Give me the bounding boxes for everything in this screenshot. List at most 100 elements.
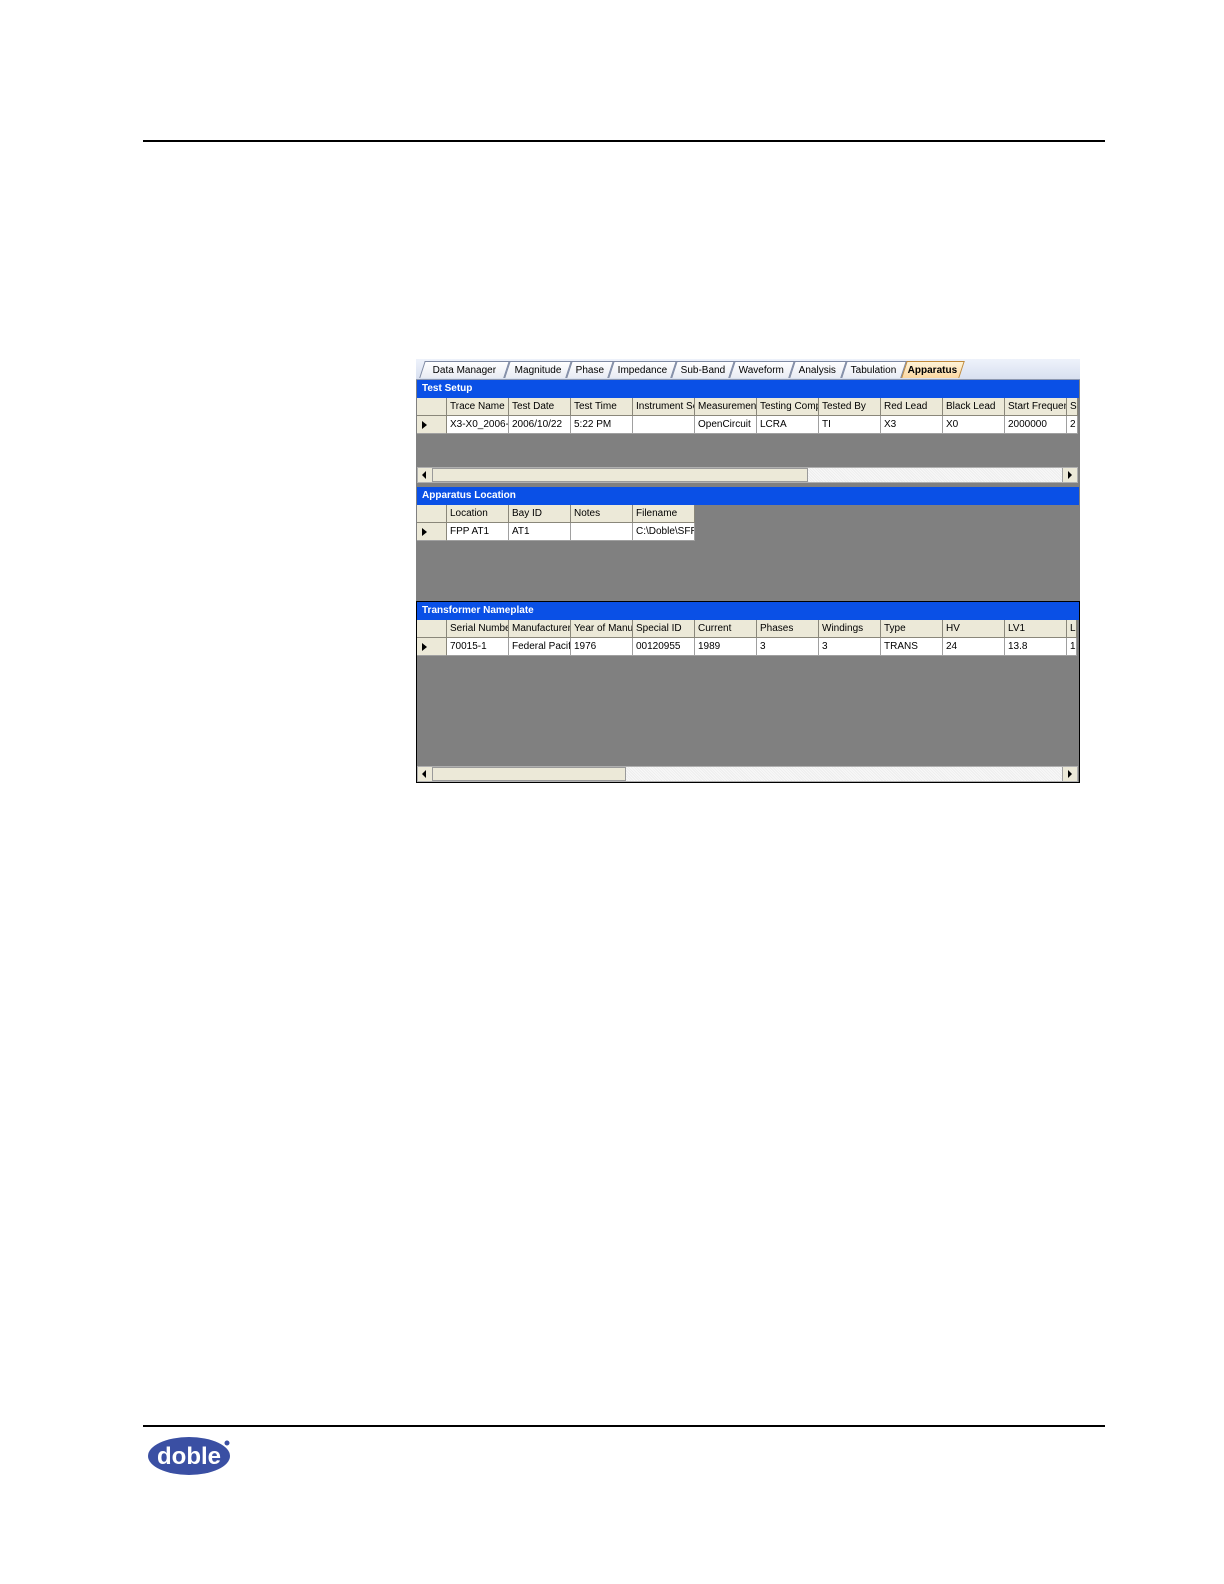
column-header[interactable]: Testing Comp: [757, 398, 819, 416]
tab-magnitude[interactable]: Magnitude: [504, 361, 572, 378]
table-cell[interactable]: 1: [1067, 638, 1077, 656]
tab-strip: Data Manager Magnitude Phase Impedance S…: [416, 359, 1080, 380]
column-header[interactable]: L: [1067, 620, 1077, 638]
current-row-indicator[interactable]: [417, 638, 447, 656]
table-cell[interactable]: C:\Doble\SFR: [633, 523, 695, 541]
scroll-left-button[interactable]: [418, 468, 433, 482]
column-header[interactable]: Start Frequen: [1005, 398, 1067, 416]
row-selector-header: [417, 398, 447, 416]
column-header[interactable]: Year of Manuf: [571, 620, 633, 638]
tab-sub-band[interactable]: Sub-Band: [671, 361, 735, 378]
transformer-nameplate-section: Transformer Nameplate Serial Numbe Manuf…: [416, 601, 1080, 783]
horizontal-scrollbar[interactable]: [417, 467, 1078, 483]
column-header[interactable]: Current: [695, 620, 757, 638]
scroll-left-button[interactable]: [418, 767, 433, 781]
table-cell[interactable]: TRANS: [881, 638, 943, 656]
table-cell[interactable]: Federal Pacifi: [509, 638, 571, 656]
doble-logo: doble: [148, 1437, 230, 1475]
header-row: Trace Name Test Date Test Time Instrumen…: [417, 398, 1078, 416]
table-cell[interactable]: 2: [1067, 416, 1078, 434]
table-cell[interactable]: 1976: [571, 638, 633, 656]
column-header[interactable]: Filename: [633, 505, 695, 523]
column-header[interactable]: Manufacturer: [509, 620, 571, 638]
tab-phase[interactable]: Phase: [566, 361, 614, 378]
table-cell[interactable]: LCRA: [757, 416, 819, 434]
column-header[interactable]: Bay ID: [509, 505, 571, 523]
arrow-left-icon: [422, 471, 426, 479]
table-cell[interactable]: 3: [819, 638, 881, 656]
column-header[interactable]: Type: [881, 620, 943, 638]
row-selector-header: [417, 620, 447, 638]
scroll-thumb[interactable]: [432, 767, 626, 781]
column-header[interactable]: Location: [447, 505, 509, 523]
table-cell[interactable]: 3: [757, 638, 819, 656]
row-pointer-icon: [422, 421, 427, 429]
column-header[interactable]: Special ID: [633, 620, 695, 638]
column-header[interactable]: Windings: [819, 620, 881, 638]
column-header[interactable]: Trace Name: [447, 398, 509, 416]
header-row: Location Bay ID Notes Filename: [417, 505, 695, 523]
table-row[interactable]: FPP AT1 AT1 C:\Doble\SFR: [417, 523, 695, 541]
column-header[interactable]: Instrument Se: [633, 398, 695, 416]
table-cell[interactable]: X3: [881, 416, 943, 434]
horizontal-scrollbar[interactable]: [417, 766, 1078, 782]
table-cell[interactable]: [571, 523, 633, 541]
arrow-left-icon: [422, 770, 426, 778]
table-cell[interactable]: AT1: [509, 523, 571, 541]
apparatus-location-section: Apparatus Location Location Bay ID Notes…: [416, 487, 1080, 599]
table-cell[interactable]: TI: [819, 416, 881, 434]
table-cell[interactable]: 2000000: [1005, 416, 1067, 434]
column-header[interactable]: Test Time: [571, 398, 633, 416]
table-cell[interactable]: OpenCircuit: [695, 416, 757, 434]
header-row: Serial Numbe Manufacturer Year of Manuf …: [417, 620, 1077, 638]
column-header[interactable]: Tested By: [819, 398, 881, 416]
tab-apparatus[interactable]: Apparatus: [901, 361, 965, 378]
arrow-right-icon: [1068, 770, 1072, 778]
table-cell[interactable]: 2006/10/22: [509, 416, 571, 434]
header-rule: [143, 140, 1105, 142]
column-header[interactable]: S: [1067, 398, 1078, 416]
table-cell[interactable]: 70015-1: [447, 638, 509, 656]
tab-impedance[interactable]: Impedance: [608, 361, 677, 378]
table-cell[interactable]: 00120955: [633, 638, 695, 656]
tab-tabulation[interactable]: Tabulation: [841, 361, 907, 378]
column-header[interactable]: Notes: [571, 505, 633, 523]
current-row-indicator[interactable]: [417, 416, 447, 434]
apparatus-window: Data Manager Magnitude Phase Impedance S…: [416, 359, 1080, 783]
column-header[interactable]: Serial Numbe: [447, 620, 509, 638]
table-row[interactable]: X3-X0_2006- 2006/10/22 5:22 PM OpenCircu…: [417, 416, 1078, 434]
column-header[interactable]: Measurement: [695, 398, 757, 416]
scroll-right-button[interactable]: [1062, 468, 1077, 482]
logo-text: doble: [157, 1443, 221, 1470]
section-title: Apparatus Location: [417, 487, 1079, 505]
column-header[interactable]: Black Lead: [943, 398, 1005, 416]
table-row[interactable]: 70015-1 Federal Pacifi 1976 00120955 198…: [417, 638, 1077, 656]
section-title: Transformer Nameplate: [417, 602, 1079, 620]
test-setup-section: Test Setup Trace Name Test Date Test Tim…: [416, 380, 1080, 486]
table-cell[interactable]: FPP AT1: [447, 523, 509, 541]
column-header[interactable]: Phases: [757, 620, 819, 638]
table-cell[interactable]: 1989: [695, 638, 757, 656]
table-cell[interactable]: X0: [943, 416, 1005, 434]
table-cell[interactable]: [633, 416, 695, 434]
table-cell[interactable]: X3-X0_2006-: [447, 416, 509, 434]
scroll-thumb[interactable]: [432, 468, 808, 482]
tab-data-manager[interactable]: Data Manager: [419, 361, 510, 378]
section-title: Test Setup: [417, 380, 1079, 398]
column-header[interactable]: Test Date: [509, 398, 571, 416]
column-header[interactable]: Red Lead: [881, 398, 943, 416]
table-cell[interactable]: 13.8: [1005, 638, 1067, 656]
table-cell[interactable]: 5:22 PM: [571, 416, 633, 434]
table-cell[interactable]: 24: [943, 638, 1005, 656]
tab-waveform[interactable]: Waveform: [729, 361, 795, 378]
row-pointer-icon: [422, 528, 427, 536]
row-selector-header: [417, 505, 447, 523]
column-header[interactable]: HV: [943, 620, 1005, 638]
scroll-right-button[interactable]: [1062, 767, 1077, 781]
footer-rule: [143, 1425, 1105, 1427]
current-row-indicator[interactable]: [417, 523, 447, 541]
row-pointer-icon: [422, 643, 427, 651]
arrow-right-icon: [1068, 471, 1072, 479]
column-header[interactable]: LV1: [1005, 620, 1067, 638]
tab-analysis[interactable]: Analysis: [789, 361, 847, 378]
